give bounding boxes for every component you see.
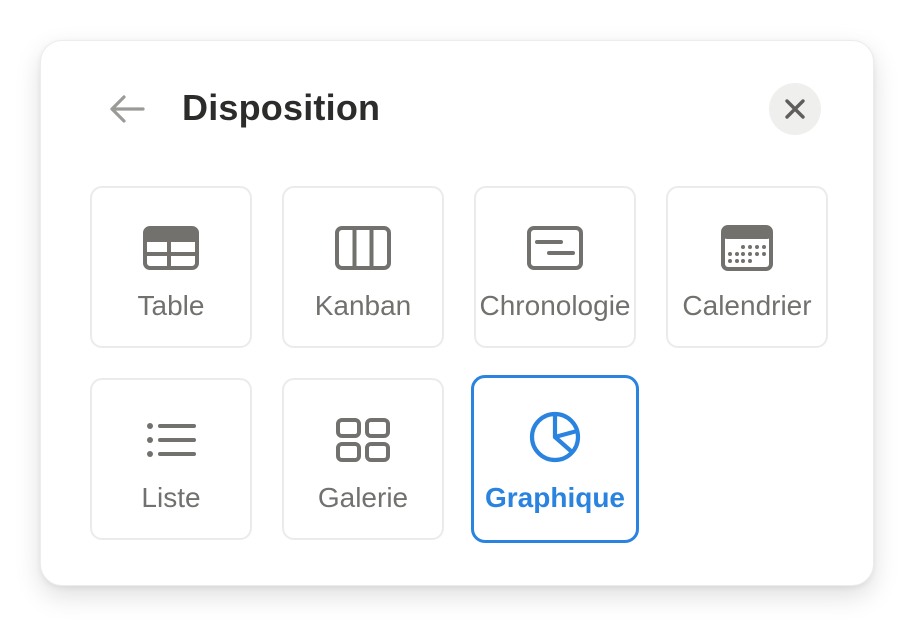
layout-option-label: Liste: [141, 482, 201, 513]
layout-option-label: Kanban: [314, 290, 412, 321]
close-button[interactable]: [769, 83, 821, 135]
layout-option-chart[interactable]: Graphique: [471, 375, 639, 543]
layout-option-gallery[interactable]: Galerie: [282, 378, 444, 540]
layout-option-kanban[interactable]: Kanban: [282, 186, 444, 348]
layout-panel: Disposition Table Kanban Chronologie Cal…: [40, 40, 874, 586]
list-icon: [141, 414, 201, 466]
arrow-left-icon: [110, 95, 145, 123]
panel-title: Disposition: [182, 87, 381, 128]
board-columns-icon: [333, 222, 393, 274]
pie-chart-icon: [525, 411, 585, 463]
calendar-icon: [717, 222, 777, 274]
layout-option-label: Calendrier: [682, 290, 812, 321]
close-icon: [785, 99, 805, 119]
layout-option-list[interactable]: Liste: [90, 378, 252, 540]
layout-option-label: Graphique: [484, 482, 625, 513]
layout-option-label: Chronologie: [479, 290, 631, 321]
layout-option-label: Galerie: [317, 482, 409, 513]
timeline-icon: [525, 222, 585, 274]
layout-option-label: Table: [137, 290, 205, 321]
gallery-grid-icon: [333, 414, 393, 466]
back-button[interactable]: [103, 87, 151, 131]
layout-option-calendar[interactable]: Calendrier: [666, 186, 828, 348]
table-icon: [141, 222, 201, 274]
layout-option-timeline[interactable]: Chronologie: [474, 186, 636, 348]
layout-option-table[interactable]: Table: [90, 186, 252, 348]
